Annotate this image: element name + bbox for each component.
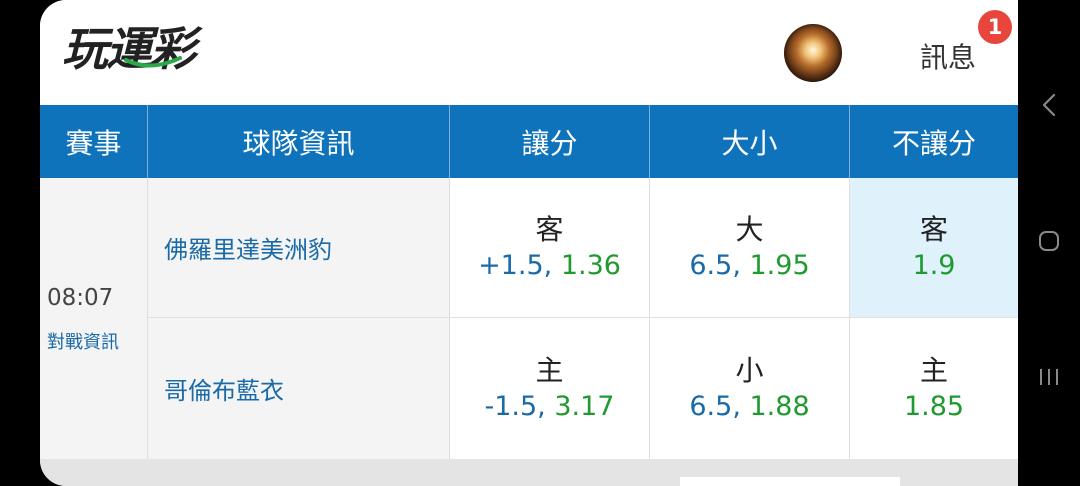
column-header-team: 球隊資訊 [148, 105, 450, 178]
recent-apps-button[interactable] [1018, 362, 1080, 392]
team-rows: 佛羅里達美洲豹 客 +1.5, 1.36 大 6.5, 1.95 客 1.9 哥… [148, 178, 1018, 459]
odds-price: 3.17 [554, 390, 615, 422]
odds-line: -1.5, 3.17 [485, 389, 615, 425]
over-under-odds-button[interactable]: 小 6.5, 1.88 [650, 318, 850, 459]
odds-line: 1.9 [913, 248, 956, 284]
odds-price: 1.36 [560, 249, 621, 281]
moneyline-odds-button[interactable]: 主 1.85 [850, 318, 1018, 459]
over-under-odds-button[interactable]: 大 6.5, 1.95 [650, 178, 850, 317]
odds-point: -1.5, [484, 390, 546, 422]
messages-badge: 1 [978, 10, 1012, 44]
odds-line: 6.5, 1.88 [689, 389, 809, 425]
odds-side: 主 [535, 353, 564, 387]
odds-price: 1.88 [749, 390, 810, 422]
odds-side: 客 [919, 212, 948, 246]
matchup-info-link[interactable]: 對戰資訊 [47, 328, 119, 354]
odds-side: 主 [919, 353, 948, 387]
table-body: 08:07 對戰資訊 佛羅里達美洲豹 客 +1.5, 1.36 大 6.5, 1… [40, 178, 1018, 459]
team-name[interactable]: 佛羅里達美洲豹 [148, 178, 450, 317]
event-time: 08:07 [47, 285, 114, 311]
odds-side: 大 [735, 212, 764, 246]
event-cell: 08:07 對戰資訊 [40, 178, 148, 459]
bottom-strip [680, 477, 900, 486]
home-icon [1039, 231, 1059, 251]
recent-apps-icon [1040, 369, 1058, 385]
handicap-odds-button[interactable]: 客 +1.5, 1.36 [450, 178, 650, 317]
odds-side: 客 [535, 212, 564, 246]
column-header-moneyline: 不讓分 [891, 126, 976, 160]
table-header: 賽事 球隊資訊 讓分 大小 不讓分 [40, 105, 1018, 178]
logo-swoosh-icon [124, 56, 182, 68]
column-header-event: 賽事 [40, 105, 148, 178]
column-header-over-under: 大小 [650, 105, 850, 178]
system-nav-bar [1018, 0, 1080, 486]
app-logo[interactable]: 玩運彩 [62, 14, 196, 84]
back-button[interactable] [1018, 88, 1080, 122]
column-header-handicap: 讓分 [450, 105, 650, 178]
odds-point: +1.5, [478, 249, 553, 281]
back-icon [1042, 93, 1056, 117]
home-button[interactable] [1018, 226, 1080, 256]
odds-price: 1.95 [749, 249, 810, 281]
user-avatar[interactable] [784, 24, 842, 82]
odds-line: +1.5, 1.36 [478, 248, 621, 284]
odds-point: 6.5, [689, 390, 741, 422]
table-row: 哥倫布藍衣 主 -1.5, 3.17 小 6.5, 1.88 主 1.85 [148, 318, 1018, 459]
team-name[interactable]: 哥倫布藍衣 [148, 318, 450, 459]
odds-table: 賽事 球隊資訊 讓分 大小 不讓分 08:07 對戰資訊 佛羅里達美洲豹 客 +… [40, 105, 1018, 459]
app-window: 玩運彩 訊息 1 賽事 球隊資訊 讓分 大小 不讓分 08:07 對戰資訊 佛羅… [40, 0, 1018, 486]
odds-price: 1.85 [903, 390, 965, 422]
odds-line: 1.85 [904, 389, 964, 425]
moneyline-odds-button[interactable]: 客 1.9 [850, 178, 1018, 317]
odds-side: 小 [735, 353, 764, 387]
app-header: 玩運彩 訊息 1 [40, 0, 1018, 105]
odds-price: 1.9 [912, 249, 956, 281]
odds-point: 6.5, [689, 249, 741, 281]
table-row: 佛羅里達美洲豹 客 +1.5, 1.36 大 6.5, 1.95 客 1.9 [148, 178, 1018, 318]
odds-line: 6.5, 1.95 [689, 248, 809, 284]
handicap-odds-button[interactable]: 主 -1.5, 3.17 [450, 318, 650, 459]
messages-button[interactable]: 訊息 [920, 36, 976, 76]
